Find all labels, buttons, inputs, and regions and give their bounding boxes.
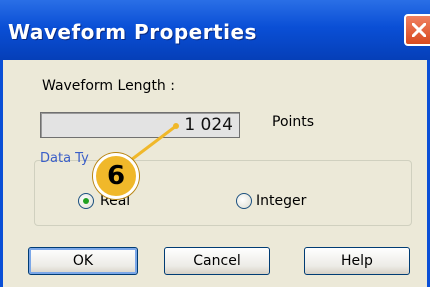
callout-badge: 6 (93, 153, 139, 199)
callout-leader-line (129, 123, 179, 162)
